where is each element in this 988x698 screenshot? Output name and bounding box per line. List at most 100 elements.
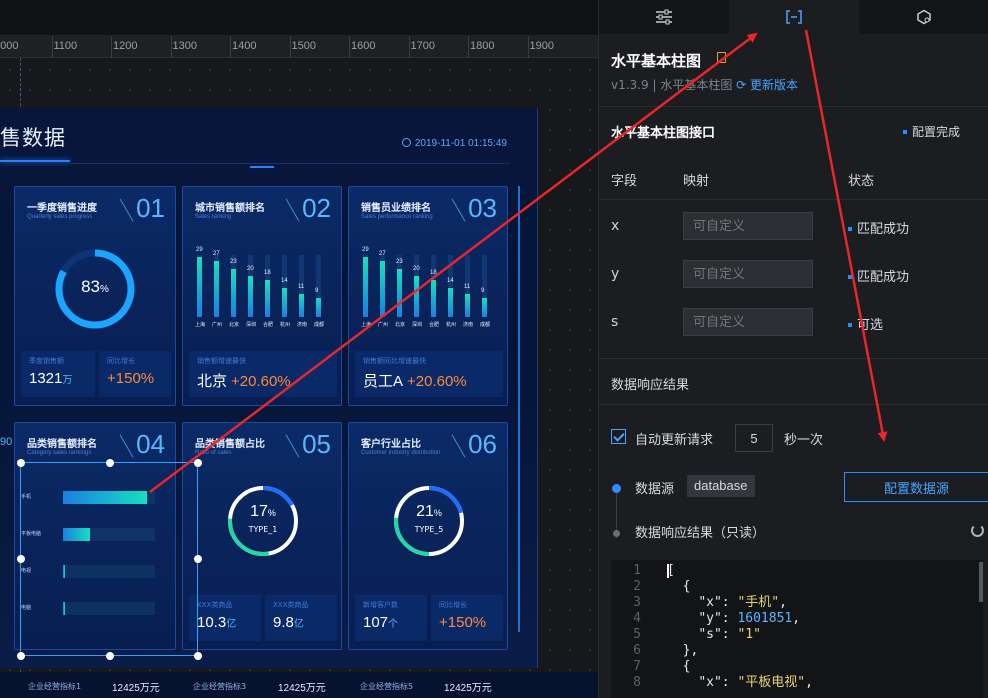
horizontal-ruler[interactable]: 1000 1100 1200 1300 1400 1500 1600 1700 1800 1900 <box>0 36 598 58</box>
card-slash-decor <box>119 198 134 222</box>
card-category-ratio[interactable]: 品类销售额占比 Ratio of sales 05 17% TYPE_1 XXX… <box>182 422 342 650</box>
line-number: 3 <box>633 595 641 610</box>
card-title: 一季度销售进度 <box>27 203 97 214</box>
ruler-tick <box>170 36 172 58</box>
industry-label: 21% <box>416 503 442 520</box>
bar-value-label: 29 <box>196 247 203 254</box>
screen-timestamp: 2019-11-01 01:15:49 <box>401 138 507 149</box>
status-dot-icon <box>848 227 852 231</box>
card-quarterly-progress[interactable]: 一季度销售进度 Quarterly sales progress 01 83% … <box>14 186 176 406</box>
bar-value-label: 9 <box>481 288 485 295</box>
bar-category-label: 广州 <box>212 322 223 328</box>
resize-handle-tr[interactable] <box>194 459 202 467</box>
line-number: 7 <box>633 659 641 674</box>
resize-handle-bl[interactable] <box>17 652 25 660</box>
lock-icon[interactable] <box>717 52 726 63</box>
ratio-label: 17% <box>250 503 276 520</box>
bar: 23 <box>230 259 237 317</box>
ruler-label: 1000 <box>0 40 19 52</box>
card-industry-ratio[interactable]: 客户行业占比 Customer industry distribution 06… <box>348 422 508 650</box>
ruler-label: 1700 <box>410 40 435 52</box>
card-number: 05 <box>302 429 331 459</box>
bar-category-label: 杭州 <box>446 322 457 328</box>
bar: 11 <box>298 284 304 317</box>
card-number: 04 <box>136 429 165 459</box>
bar-category-label: 成都 <box>314 322 325 328</box>
bar: 9 <box>315 288 321 317</box>
bar: 14 <box>281 278 288 317</box>
response-code-viewer[interactable]: 12345678 [ { "x": "手机", "y": 1601851, "s… <box>611 560 983 698</box>
configure-datasource-button[interactable]: 配置数据源 <box>844 472 988 502</box>
ruler-tick <box>111 36 112 58</box>
bar-category-label: 济南 <box>297 322 308 328</box>
mapping-input-y[interactable] <box>683 260 813 288</box>
sliders-icon <box>656 9 672 25</box>
card-slash-decor <box>451 198 466 222</box>
datasource-type-badge: database <box>687 475 755 497</box>
response-section-title: 数据响应结果 <box>611 378 690 393</box>
resize-handle-t[interactable] <box>106 459 114 467</box>
kpi-bottom-bar: 企业经营指标1 12425万元 企业经营指标3 12425万元 企业经营指标5 124… <box>0 672 598 698</box>
card-salesperson-ranking[interactable]: 销售员业绩排名 Sales performance ranking 03 29 上… <box>348 186 508 406</box>
stat-yoy-growth: 同比增长 +150% <box>99 351 171 397</box>
tab-interaction[interactable] <box>859 0 988 34</box>
card-number: 06 <box>468 429 497 459</box>
bar-category-label: 上海 <box>195 322 206 328</box>
mapping-input-x[interactable] <box>683 212 813 240</box>
code-scrollbar[interactable] <box>979 562 983 602</box>
field-row-x: x 匹配成功 <box>599 202 988 250</box>
bar: 23 <box>396 259 403 317</box>
bar-category-label: 成都 <box>480 322 491 328</box>
canvas-toolbar <box>0 0 598 36</box>
stat-fastest-city: 销售额增速最快 北京 +20.60% <box>189 351 337 397</box>
line-numbers: 12345678 <box>611 560 655 698</box>
line-number: 8 <box>633 675 641 690</box>
field-table-header: 字段 映射 状态 <box>599 156 988 200</box>
bar-value-label: 23 <box>230 259 237 266</box>
side-value: 90 <box>0 436 13 448</box>
update-version-link[interactable]: ⟳ 更新版本 <box>736 78 798 92</box>
interval-input[interactable] <box>735 424 773 452</box>
card-number: 03 <box>468 193 497 223</box>
stat-category-a: XXX类商品 10.3亿 <box>189 595 261 641</box>
clock-icon <box>401 138 411 147</box>
field-row-s: s 可选 <box>599 298 988 346</box>
line-number: 6 <box>633 643 641 658</box>
step-dot-active <box>612 484 621 493</box>
editor-canvas[interactable]: 1000 1100 1200 1300 1400 1500 1600 1700 1800 1900… <box>0 0 598 698</box>
type-label: TYPE_1 <box>248 525 278 534</box>
auto-update-checkbox[interactable] <box>611 429 626 444</box>
bar-category-label: 合肥 <box>429 322 440 328</box>
card-subtitle: Category sales rankings <box>27 450 92 456</box>
bar: 18 <box>430 270 437 317</box>
stat-fastest-salesperson: 销售额同比增速最快 员工A +20.60% <box>355 351 503 397</box>
card-subtitle: Quarterly sales progress <box>27 214 93 220</box>
bar-category-label: 广州 <box>378 322 389 328</box>
type-label: TYPE_5 <box>414 525 444 534</box>
salesperson-bar-chart: 29 上海 27 广州 23 北京 20 深圳 18 合肥 14 杭州 11 济南 9 成都 <box>361 247 501 331</box>
status-dot-icon <box>848 323 852 327</box>
stat-quarter-sales: 季度销售额 1321万 <box>21 351 95 397</box>
tab-style-settings[interactable] <box>599 0 729 34</box>
config-panel: 水平基本柱图 v1.3.9 | 水平基本柱图 ⟳ 更新版本 水平基本柱图接口 配… <box>598 0 988 698</box>
bar-value-label: 27 <box>213 251 220 258</box>
resize-handle-br[interactable] <box>194 652 202 660</box>
resize-handle-r[interactable] <box>194 555 202 563</box>
ruler-label: 1400 <box>232 40 257 52</box>
bar-category-label: 深圳 <box>412 322 423 328</box>
card-city-ranking[interactable]: 城市销售额排名 Sales ranking 02 29 上海 27 广州 23 北京 20 深… <box>182 186 342 406</box>
resize-handle-b[interactable] <box>106 652 114 660</box>
datasource-label: 数据源 <box>635 482 675 497</box>
resize-handle-l[interactable] <box>17 555 25 563</box>
selection-box[interactable] <box>17 459 202 660</box>
mapping-input-s[interactable] <box>683 308 813 336</box>
refresh-icon[interactable] <box>971 524 984 537</box>
bar: 27 <box>213 251 220 317</box>
tab-data[interactable] <box>729 0 859 34</box>
card-title: 销售员业绩排名 <box>361 203 431 214</box>
title-accent <box>250 166 274 168</box>
progress-label: 83% <box>81 277 109 296</box>
bar-value-label: 20 <box>247 265 254 272</box>
auto-update-label: 自动更新请求 <box>635 433 714 448</box>
resize-handle-tl[interactable] <box>17 459 25 467</box>
